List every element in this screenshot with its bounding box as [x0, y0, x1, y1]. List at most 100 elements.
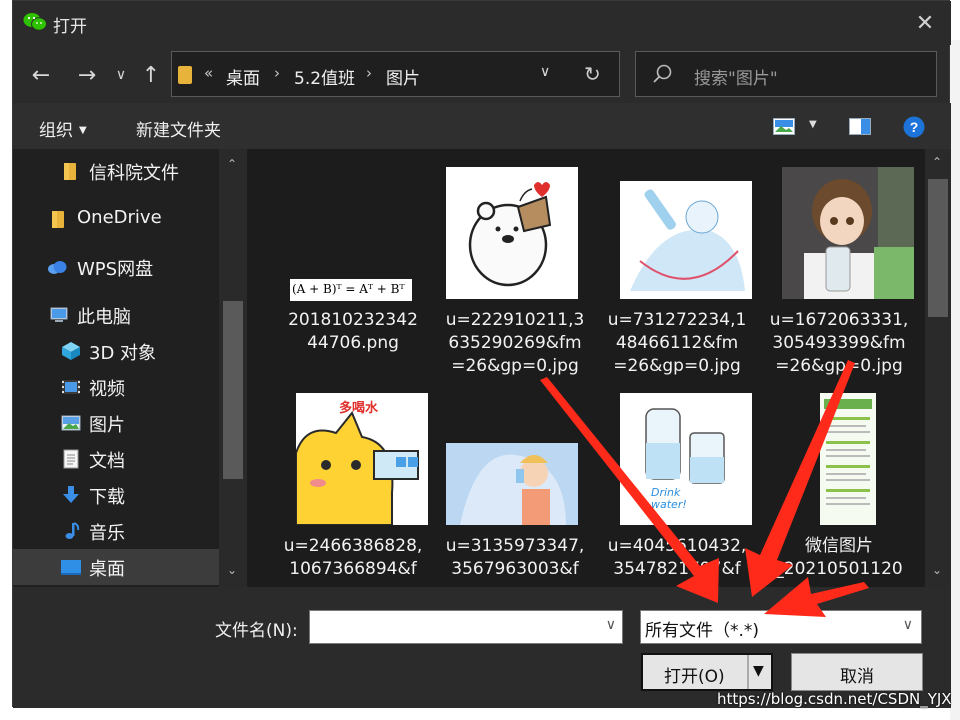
file-name-line: 1067366894&f — [289, 559, 417, 579]
search-icon — [653, 64, 672, 83]
cube-icon — [62, 342, 80, 360]
open-file-dialog: 打开 ✕ ← → ∨ ↑ « 桌面 › 5.2值班 › 图片 ∨ ↻ 搜索"图片… — [12, 0, 951, 708]
sidebar-item-videos[interactable]: 视频 — [13, 369, 219, 405]
sidebar-item-label: 桌面 — [89, 559, 125, 580]
back-button[interactable]: ← — [27, 61, 55, 89]
sidebar-item-label: 3D 对象 — [89, 343, 157, 364]
background-page-edge — [950, 40, 960, 720]
cancel-button[interactable]: 取消 — [791, 653, 923, 691]
file-name-line: 635290269&fm — [448, 333, 582, 353]
sidebar-item-label: 下载 — [89, 487, 125, 508]
scroll-up-icon[interactable]: ⌃ — [932, 155, 942, 169]
boy-drinking-thumbnail — [446, 443, 578, 525]
thumbnail-caption: 多喝水 — [339, 401, 379, 416]
file-name-line: 微信图片 — [805, 536, 873, 556]
sidebar-item-label: OneDrive — [77, 207, 162, 228]
help-icon[interactable]: ? — [903, 116, 925, 138]
up-button[interactable]: ↑ — [137, 61, 165, 89]
close-icon: ✕ — [915, 10, 935, 36]
chevron-down-icon[interactable]: ∨ — [606, 617, 616, 633]
file-item[interactable]: u=222910211,3 635290269&fm =26&gp=0.jpg — [435, 159, 595, 379]
breadcrumb-desktop[interactable]: 桌面 — [226, 64, 260, 89]
filename-input[interactable]: ∨ — [309, 610, 623, 644]
search-placeholder: 搜索"图片" — [694, 69, 778, 89]
file-name-line: u=1672063331, — [769, 310, 909, 330]
new-folder-button[interactable]: 新建文件夹 — [136, 116, 221, 141]
file-name-line: 305493399&fm — [772, 333, 906, 353]
sidebar-item-wps-drive[interactable]: WPS网盘 — [13, 249, 219, 285]
breadcrumb-duty-folder[interactable]: 5.2值班 — [294, 64, 355, 89]
open-button-label: 打开(O) — [664, 667, 725, 687]
file-item[interactable]: 微信图片 _20210501120 — [759, 385, 919, 587]
chevron-down-icon: ∨ — [902, 617, 913, 633]
breadcrumb-pictures[interactable]: 图片 — [386, 64, 420, 89]
recent-locations-button[interactable]: ∨ — [107, 61, 135, 89]
sidebar-item-pictures[interactable]: 图片 — [13, 405, 219, 441]
sidebar-item-downloads[interactable]: 下载 — [13, 477, 219, 513]
cloud-icon — [48, 261, 67, 274]
back-arrow-icon: ← — [31, 62, 51, 88]
formula-thumbnail: (A + B)ᵀ = Aᵀ + Bᵀ — [290, 279, 412, 301]
svg-text:?: ? — [910, 119, 919, 135]
file-name-line: 201810232342 — [288, 310, 418, 330]
sidebar-item-label: 音乐 — [89, 523, 125, 544]
view-options-caret-icon[interactable]: ▼ — [809, 119, 817, 130]
sidebar-item-label: 信科院文件 — [89, 163, 179, 184]
address-history-chevron-icon[interactable]: ∨ — [540, 64, 550, 80]
file-name: 微信图片 _20210501120 — [759, 535, 919, 581]
file-item[interactable]: (A + B)ᵀ = Aᵀ + Bᵀ 201810232342 44706.png — [273, 159, 433, 379]
close-button[interactable]: ✕ — [908, 7, 942, 39]
address-bar[interactable]: « 桌面 › 5.2值班 › 图片 ∨ ↻ — [171, 51, 620, 97]
file-item[interactable]: u=3135973347, 3567963003&f — [435, 385, 595, 587]
scroll-down-icon[interactable]: ⌄ — [227, 563, 237, 577]
file-item[interactable]: 多喝水 u=2466386828, 1067366894&f — [273, 385, 433, 587]
file-name-line: u=2466386828, — [283, 536, 423, 556]
file-list: (A + B)ᵀ = Aᵀ + Bᵀ 201810232342 44706.png… — [247, 149, 951, 587]
wechat-icon — [23, 13, 47, 31]
music-icon — [65, 522, 80, 539]
file-name: u=222910211,3 635290269&fm =26&gp=0.jpg — [435, 309, 595, 378]
sidebar-item-label: 图片 — [89, 415, 125, 436]
file-list-scrollbar-thumb[interactable] — [928, 179, 948, 317]
sidebar-scrollbar-thumb[interactable] — [223, 301, 243, 479]
preview-pane-icon[interactable] — [849, 118, 871, 135]
file-item[interactable]: Drink water! u=4045610432, 3547821797&f — [597, 385, 757, 587]
sidebar-item-onedrive[interactable]: OneDrive — [13, 201, 219, 237]
file-name-line: 48466112&fm — [615, 333, 739, 353]
open-button[interactable]: 打开(O) ▼ — [641, 653, 773, 691]
chevron-down-icon: ∨ — [115, 67, 127, 83]
open-options-caret-icon[interactable]: ▼ — [753, 663, 764, 679]
organize-menu[interactable]: 组织 ▼ — [39, 116, 87, 141]
scroll-down-icon[interactable]: ⌄ — [932, 563, 942, 577]
sidebar-item-music[interactable]: 音乐 — [13, 513, 219, 549]
file-name: u=1672063331, 305493399&fm =26&gp=0.jpg — [759, 309, 919, 378]
file-type-select[interactable]: 所有文件（*.*) ∨ — [640, 610, 922, 644]
file-item[interactable]: u=731272234,1 48466112&fm =26&gp=0.jpg — [597, 159, 757, 379]
sidebar-item-documents[interactable]: 文档 — [13, 441, 219, 477]
file-name-line: =26&gp=0.jpg — [775, 356, 903, 376]
file-name-line: u=4045610432, — [607, 536, 747, 556]
scroll-up-icon[interactable]: ⌃ — [227, 157, 237, 171]
file-type-value: 所有文件（*.*) — [645, 621, 760, 641]
breadcrumb-overflow[interactable]: « — [204, 64, 213, 82]
view-options-icon[interactable] — [773, 118, 795, 135]
sidebar-item-desktop[interactable]: 桌面 — [13, 549, 219, 585]
refresh-icon[interactable]: ↻ — [584, 62, 601, 86]
sidebar-item-xinkeyuan[interactable]: 信科院文件 — [13, 153, 219, 189]
file-item[interactable]: u=1672063331, 305493399&fm =26&gp=0.jpg — [759, 159, 919, 379]
search-box[interactable]: 搜索"图片" — [635, 51, 937, 97]
folder-icon — [64, 163, 76, 180]
video-icon — [62, 380, 80, 394]
file-name-line: _20210501120 — [775, 559, 903, 579]
sidebar-item-label: 文档 — [89, 451, 125, 472]
navigation-bar: ← → ∨ ↑ « 桌面 › 5.2值班 › 图片 ∨ ↻ 搜索"图片" — [13, 45, 951, 103]
breadcrumb-separator: › — [366, 64, 372, 82]
download-icon — [63, 486, 79, 503]
filename-label: 文件名(N): — [215, 621, 298, 641]
file-name-line: u=3135973347, — [445, 536, 585, 556]
forward-button[interactable]: → — [73, 61, 101, 89]
folder-icon — [178, 66, 192, 84]
sidebar-item-3d-objects[interactable]: 3D 对象 — [13, 333, 219, 369]
breadcrumb-separator: › — [274, 64, 280, 82]
sidebar-item-this-pc[interactable]: 此电脑 — [13, 297, 219, 333]
